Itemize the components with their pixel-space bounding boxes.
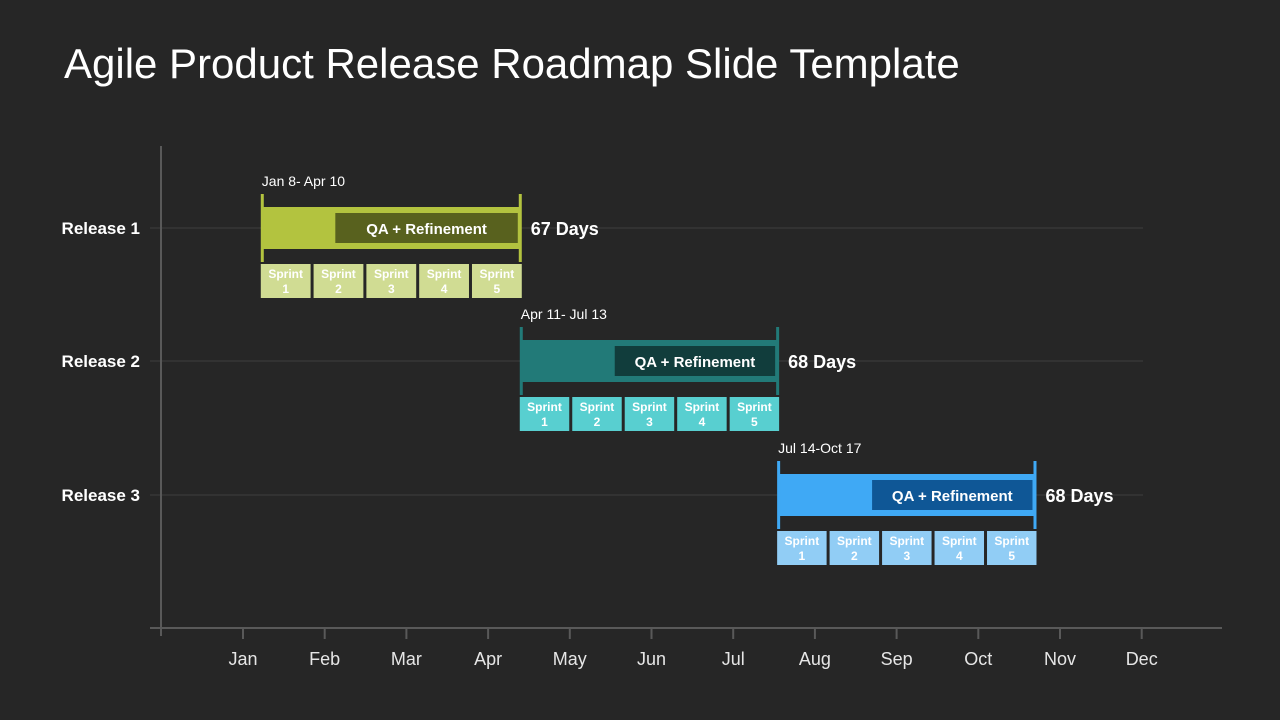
sprint-label: Sprint <box>785 534 820 548</box>
sprint-label: Sprint <box>889 534 924 548</box>
qa-refinement-label: QA + Refinement <box>892 488 1013 505</box>
sprint-label: Sprint <box>632 400 667 414</box>
sprint-number: 3 <box>388 282 395 296</box>
sprint-number: 4 <box>699 415 706 429</box>
x-tick-label: Aug <box>799 649 831 669</box>
sprint-label: Sprint <box>994 534 1029 548</box>
bar-start-bracket <box>519 327 523 395</box>
sprint-number: 1 <box>282 282 289 296</box>
roadmap-chart: Jan Feb Mar Apr May Jun Jul Aug Sep Oct Nov Dec Rele… <box>62 146 1222 669</box>
sprint-number: 2 <box>594 415 601 429</box>
x-tick-label: Nov <box>1044 649 1076 669</box>
qa-refinement-label: QA + Refinement <box>366 221 487 238</box>
sprint-label: Sprint <box>685 400 720 414</box>
sprint-label: Sprint <box>268 267 303 281</box>
sprint-number: 2 <box>851 549 858 563</box>
bar-end-bracket <box>1033 461 1037 529</box>
release-label: Release 2 <box>62 352 140 371</box>
x-tick-label: Apr <box>474 649 502 669</box>
sprint-label: Sprint <box>737 400 772 414</box>
x-tick-label: Jul <box>722 649 745 669</box>
bar-end-bracket <box>518 194 522 262</box>
x-tick-label: Jan <box>228 649 257 669</box>
sprint-label: Sprint <box>527 400 562 414</box>
sprint-number: 5 <box>1008 549 1015 563</box>
sprint-label: Sprint <box>580 400 615 414</box>
bar-start-bracket <box>777 461 781 529</box>
qa-refinement-label: QA + Refinement <box>635 354 756 371</box>
sprint-number: 1 <box>799 549 806 563</box>
sprint-number: 2 <box>335 282 342 296</box>
sprint-number: 5 <box>751 415 758 429</box>
x-tick-label: Mar <box>391 649 422 669</box>
sprint-label: Sprint <box>480 267 515 281</box>
x-tick-label: Sep <box>881 649 913 669</box>
x-tick-label: Jun <box>637 649 666 669</box>
sprint-label: Sprint <box>374 267 409 281</box>
date-range-label: Jan 8- Apr 10 <box>262 173 345 189</box>
duration-label: 68 Days <box>1045 486 1113 506</box>
bars-layer: Jan 8- Apr 10 QA + Refinement 67 Days Sprin… <box>260 173 1114 565</box>
sprint-label: Sprint <box>321 267 356 281</box>
x-tick-label: Oct <box>964 649 992 669</box>
sprint-number: 4 <box>441 282 448 296</box>
sprint-number: 3 <box>646 415 653 429</box>
sprint-label: Sprint <box>427 267 462 281</box>
x-tick-label: Feb <box>309 649 340 669</box>
bar-end-bracket <box>776 327 780 395</box>
sprint-number: 1 <box>541 415 548 429</box>
sprint-number: 3 <box>903 549 910 563</box>
x-tick-label: May <box>553 649 587 669</box>
sprint-label: Sprint <box>942 534 977 548</box>
release-label: Release 3 <box>62 486 140 505</box>
sprint-number: 4 <box>956 549 963 563</box>
release-bar-group: Apr 11- Jul 13 QA + Refinement 68 Days Spri… <box>519 306 856 431</box>
sprint-label: Sprint <box>837 534 872 548</box>
duration-label: 68 Days <box>788 352 856 372</box>
release-bar-group: Jan 8- Apr 10 QA + Refinement 67 Days Sprin… <box>260 173 599 298</box>
release-label: Release 1 <box>62 219 140 238</box>
date-range-label: Jul 14-Oct 17 <box>778 440 861 456</box>
bar-start-bracket <box>260 194 264 262</box>
x-tick-label: Dec <box>1126 649 1158 669</box>
release-bar-group: Jul 14-Oct 17 QA + Refinement 68 Days Sprin… <box>777 440 1114 565</box>
sprint-number: 5 <box>494 282 501 296</box>
duration-label: 67 Days <box>531 219 599 239</box>
date-range-label: Apr 11- Jul 13 <box>521 306 607 322</box>
